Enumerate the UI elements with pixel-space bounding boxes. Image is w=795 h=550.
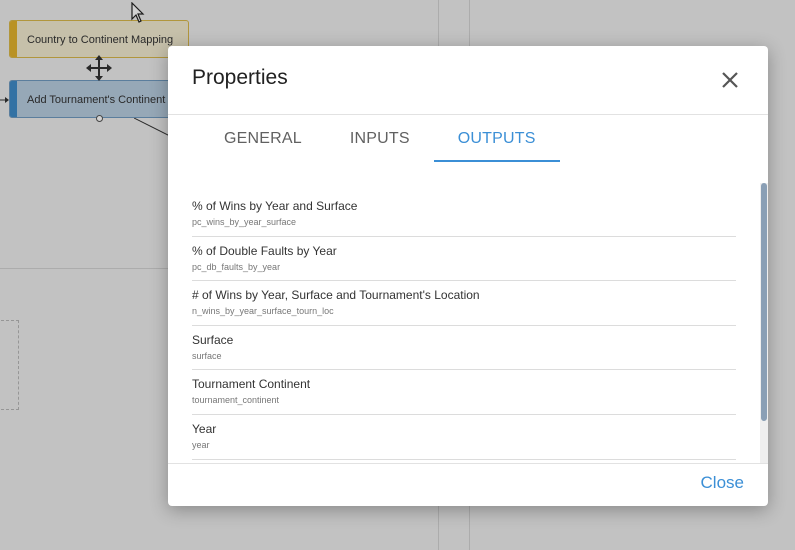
list-item[interactable]: Year year [192, 415, 736, 460]
list-scrollbar[interactable] [760, 183, 768, 463]
output-label: Year [192, 421, 217, 436]
list-item[interactable]: # of Wins by Year, Surface and Tournamen… [192, 281, 736, 326]
scrollbar-thumb[interactable] [761, 183, 767, 421]
output-label: Tournament Continent [192, 377, 311, 392]
list-item[interactable]: Tournament Continent tournament_continen… [192, 370, 736, 415]
output-key: year [192, 439, 210, 450]
close-button[interactable]: Close [701, 473, 744, 493]
list-item[interactable]: % of Wins by Year and Surface pc_wins_by… [192, 192, 736, 237]
output-key: pc_wins_by_year_surface [192, 217, 297, 227]
output-key: tournament_continent [192, 395, 280, 406]
tab-outputs[interactable]: OUTPUTS [433, 115, 560, 162]
output-key: pc_db_faults_by_year [192, 261, 281, 272]
output-key: surface [192, 350, 222, 361]
dialog-title: Properties [192, 66, 288, 89]
tab-general[interactable]: GENERAL [200, 115, 326, 162]
dialog-footer-divider [168, 463, 768, 464]
output-key: n_wins_by_year_surface_tourn_loc [192, 306, 334, 317]
output-label: % of Double Faults by Year [192, 243, 337, 258]
outputs-list: % of Wins by Year and Surface pc_wins_by… [192, 192, 736, 460]
output-label: # of Wins by Year, Surface and Tournamen… [192, 288, 480, 303]
properties-dialog: Properties GENERAL INPUTS OUTPUTS % of W… [168, 46, 768, 506]
list-item[interactable]: % of Double Faults by Year pc_db_faults_… [192, 237, 736, 282]
tab-inputs[interactable]: INPUTS [326, 115, 434, 162]
output-label: % of Wins by Year and Surface [192, 199, 358, 213]
dialog-tabs: GENERAL INPUTS OUTPUTS [200, 115, 560, 163]
output-label: Surface [192, 332, 234, 347]
outputs-list-container[interactable]: % of Wins by Year and Surface pc_wins_by… [168, 183, 768, 463]
list-item[interactable]: Surface surface [192, 326, 736, 371]
close-icon[interactable] [720, 70, 740, 90]
